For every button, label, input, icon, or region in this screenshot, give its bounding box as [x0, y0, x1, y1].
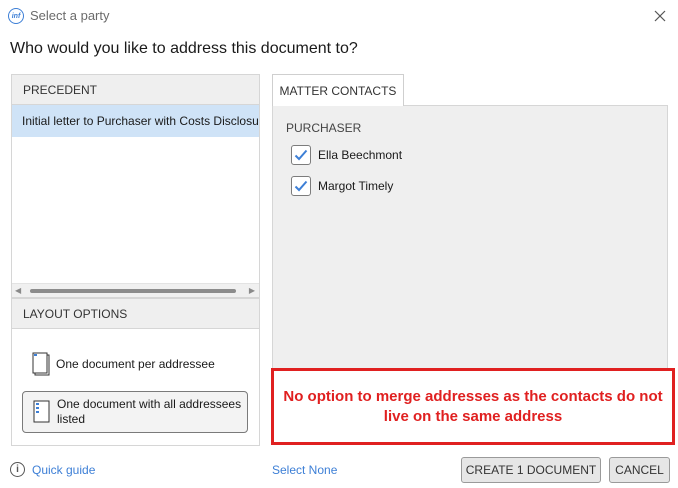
contact-checkbox[interactable]	[291, 145, 311, 165]
contact-checkbox[interactable]	[291, 176, 311, 196]
single-document-icon	[32, 352, 50, 376]
layout-options-header: LAYOUT OPTIONS	[12, 299, 259, 329]
close-icon	[654, 10, 666, 22]
scroll-right-icon[interactable]: ▶	[249, 286, 255, 295]
window-title: Select a party	[30, 8, 110, 23]
select-party-dialog: inf Select a party Who would you like to…	[0, 0, 678, 488]
scroll-left-icon[interactable]: ◀	[15, 286, 21, 295]
title-bar: inf Select a party	[0, 0, 678, 32]
contact-row[interactable]: Margot Timely	[291, 175, 393, 197]
tab-matter-contacts[interactable]: MATTER CONTACTS	[272, 74, 404, 106]
layout-option-all-addressees[interactable]: One document with all addressees listed	[22, 391, 248, 433]
layout-options-panel: LAYOUT OPTIONS One document per addresse…	[11, 298, 260, 446]
layout-option-per-addressee[interactable]: One document per addressee	[22, 343, 248, 385]
cancel-button[interactable]: CANCEL	[609, 457, 670, 483]
app-logo-text: inf	[11, 12, 21, 20]
info-icon: i	[10, 462, 25, 477]
create-document-button[interactable]: CREATE 1 DOCUMENT	[461, 457, 601, 483]
app-logo-icon: inf	[8, 8, 24, 24]
layout-option-label: One document with all addressees listed	[57, 397, 242, 426]
quick-guide-link[interactable]: i Quick guide	[10, 462, 95, 477]
horizontal-scrollbar[interactable]: ◀ ▶	[12, 283, 259, 297]
precedent-panel: PRECEDENT Initial letter to Purchaser wi…	[11, 74, 260, 298]
quick-guide-label[interactable]: Quick guide	[32, 463, 95, 477]
precedent-item[interactable]: Initial letter to Purchaser with Costs D…	[12, 105, 259, 137]
annotation-text: No option to merge addresses as the cont…	[283, 387, 663, 425]
contact-name: Ella Beechmont	[318, 148, 403, 162]
contact-group-label: PURCHASER	[286, 121, 362, 135]
list-document-icon	[33, 400, 50, 423]
annotation-callout: No option to merge addresses as the cont…	[271, 368, 675, 445]
checkmark-icon	[294, 180, 308, 192]
contact-name: Margot Timely	[318, 179, 394, 193]
dialog-heading: Who would you like to address this docum…	[10, 40, 358, 57]
close-button[interactable]	[648, 4, 672, 28]
scrollbar-thumb[interactable]	[30, 289, 236, 293]
precedent-header: PRECEDENT	[12, 75, 259, 105]
contact-row[interactable]: Ella Beechmont	[291, 144, 402, 166]
layout-option-label: One document per addressee	[56, 356, 215, 371]
select-none-link[interactable]: Select None	[272, 463, 337, 477]
checkmark-icon	[294, 149, 308, 161]
